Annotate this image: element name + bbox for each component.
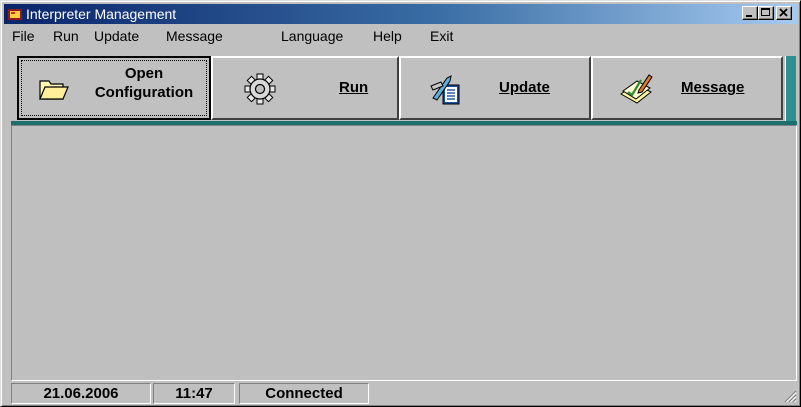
- open-configuration-button[interactable]: Open Configuration: [17, 56, 211, 120]
- title-bar[interactable]: Interpreter Management: [4, 4, 797, 24]
- message-button[interactable]: Message: [591, 56, 783, 120]
- menu-update[interactable]: Update: [94, 28, 139, 44]
- status-time: 11:47: [153, 383, 235, 404]
- open-label-line2: Configuration: [94, 84, 194, 101]
- message-pencil-icon: [620, 74, 653, 104]
- close-button[interactable]: [776, 6, 792, 20]
- minimize-icon: [746, 15, 752, 17]
- menu-exit[interactable]: Exit: [430, 28, 453, 44]
- run-label: Run: [339, 79, 369, 96]
- content-area: [11, 125, 797, 381]
- maximize-button[interactable]: [758, 6, 774, 20]
- app-icon: [8, 9, 22, 20]
- update-tools-icon: [430, 75, 460, 105]
- main-window: Interpreter Management File Run Update M…: [0, 0, 801, 407]
- folder-open-icon: [39, 80, 69, 100]
- menu-help[interactable]: Help: [373, 28, 402, 44]
- menu-message[interactable]: Message: [166, 28, 223, 44]
- menu-run[interactable]: Run: [53, 28, 79, 44]
- toolbar: Open Configuration Run Update Message: [13, 56, 795, 122]
- gear-icon: [244, 73, 276, 105]
- open-label-line1: Open: [124, 65, 164, 82]
- menu-language[interactable]: Language: [281, 28, 343, 44]
- maximize-icon: [761, 8, 770, 16]
- menu-bar: File Run Update Message Language Help Ex…: [5, 26, 795, 46]
- status-date: 21.06.2006: [11, 383, 151, 404]
- menu-file[interactable]: File: [12, 28, 35, 44]
- message-label: Message: [681, 79, 745, 96]
- update-label: Update: [499, 79, 550, 96]
- status-connection: Connected: [239, 383, 369, 404]
- update-button[interactable]: Update: [399, 56, 591, 120]
- minimize-button[interactable]: [742, 6, 758, 20]
- toolbar-accent-strip: [785, 56, 796, 122]
- window-title: Interpreter Management: [26, 6, 177, 22]
- close-icon: [779, 8, 788, 17]
- run-button[interactable]: Run: [211, 56, 399, 120]
- resize-grip-icon[interactable]: [783, 389, 797, 403]
